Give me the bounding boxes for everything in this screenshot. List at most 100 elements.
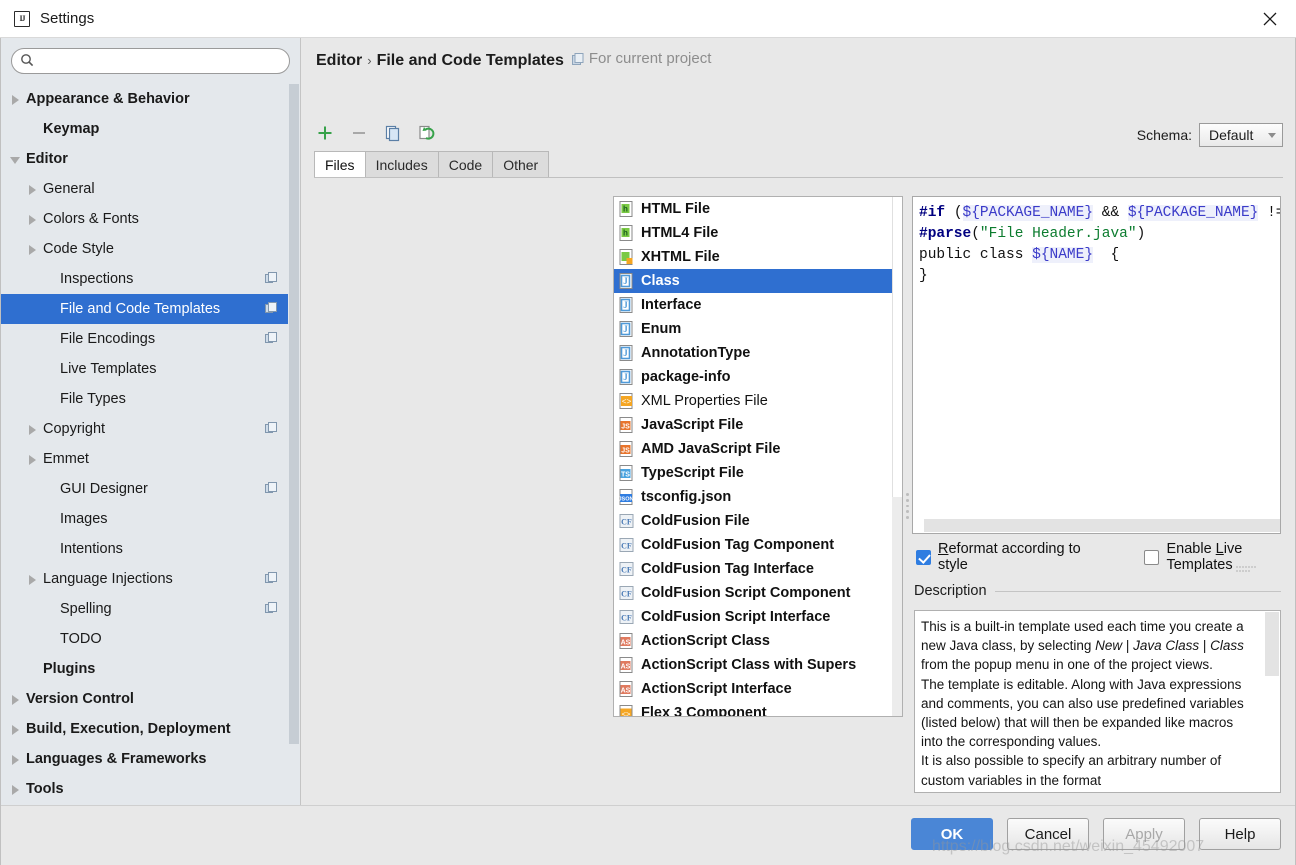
template-editor[interactable]: #if (${PACKAGE_NAME} && ${PACKAGE_NAME} … bbox=[912, 196, 1281, 534]
checkbox-box bbox=[916, 549, 931, 565]
list-item[interactable]: J AnnotationType bbox=[614, 341, 892, 365]
list-item[interactable]: AS ActionScript Class bbox=[614, 629, 892, 653]
intellij-idea-icon: IJ bbox=[14, 10, 30, 27]
sidebar-item-emmet[interactable]: Emmet bbox=[1, 444, 288, 474]
list-item[interactable]: CF ColdFusion File bbox=[614, 509, 892, 533]
schema-select[interactable]: Default bbox=[1199, 123, 1283, 147]
template-list-scrollbar-thumb[interactable] bbox=[892, 197, 902, 497]
list-item[interactable]: h HTML File bbox=[614, 197, 892, 221]
list-item[interactable]: J Enum bbox=[614, 317, 892, 341]
sidebar-item-file-encodings[interactable]: File Encodings bbox=[1, 324, 288, 354]
sidebar-item-intentions[interactable]: Intentions bbox=[1, 534, 288, 564]
list-item[interactable]: CF ColdFusion Script Interface bbox=[614, 605, 892, 629]
sidebar-item-todo[interactable]: TODO bbox=[1, 624, 288, 654]
sidebar-scrollbar[interactable] bbox=[288, 84, 300, 805]
chevron-right-icon[interactable] bbox=[26, 183, 39, 196]
svg-text:h: h bbox=[623, 204, 628, 213]
apply-button[interactable]: Apply bbox=[1103, 818, 1185, 850]
template-code[interactable]: #if (${PACKAGE_NAME} && ${PACKAGE_NAME} … bbox=[919, 203, 1280, 287]
sidebar-item-languages-frameworks[interactable]: Languages & Frameworks bbox=[1, 744, 288, 774]
list-item[interactable]: <> Flex 3 Component bbox=[614, 701, 892, 716]
list-item[interactable]: CF ColdFusion Tag Interface bbox=[614, 557, 892, 581]
search-input[interactable] bbox=[38, 50, 281, 72]
editor-horizontal-scrollbar-thumb[interactable] bbox=[924, 519, 1280, 532]
tab-code[interactable]: Code bbox=[437, 151, 494, 178]
template-list-scrollbar[interactable] bbox=[892, 197, 902, 716]
chevron-right-icon[interactable] bbox=[9, 753, 22, 766]
description-scrollbar-thumb[interactable] bbox=[1265, 612, 1279, 676]
list-item[interactable]: AS ActionScript Interface bbox=[614, 677, 892, 701]
tab-includes[interactable]: Includes bbox=[364, 151, 439, 178]
code-token: "File Header.java" bbox=[979, 226, 1137, 242]
sidebar-item-file-types[interactable]: File Types bbox=[1, 384, 288, 414]
tab-other[interactable]: Other bbox=[492, 151, 550, 178]
reset-to-default-icon[interactable] bbox=[416, 122, 438, 144]
breadcrumb-item-editor[interactable]: Editor bbox=[316, 52, 362, 70]
cancel-button[interactable]: Cancel bbox=[1007, 818, 1089, 850]
chevron-right-icon[interactable] bbox=[9, 693, 22, 706]
list-item[interactable]: h HTML4 File bbox=[614, 221, 892, 245]
sidebar-item-appearance-behavior[interactable]: Appearance & Behavior bbox=[1, 84, 288, 114]
list-item[interactable]: JS JavaScript File bbox=[614, 413, 892, 437]
list-item[interactable]: JS AMD JavaScript File bbox=[614, 437, 892, 461]
chevron-right-icon[interactable] bbox=[9, 723, 22, 736]
live-templates-checkbox[interactable]: Enable Live Templates bbox=[1144, 541, 1295, 573]
schema-row: Schema: Default bbox=[1137, 123, 1283, 147]
chevron-right-icon[interactable] bbox=[26, 243, 39, 256]
reformat-checkbox[interactable]: Reformat according to style bbox=[916, 541, 1094, 573]
sidebar-item-plugins[interactable]: Plugins bbox=[1, 654, 288, 684]
description-scrollbar[interactable] bbox=[1265, 612, 1279, 791]
sidebar-item-editor[interactable]: Editor bbox=[1, 144, 288, 174]
help-button[interactable]: Help bbox=[1199, 818, 1281, 850]
sidebar-item-code-style[interactable]: Code Style bbox=[1, 234, 288, 264]
sidebar-item-colors-fonts[interactable]: Colors & Fonts bbox=[1, 204, 288, 234]
list-item[interactable]: CF ColdFusion Tag Component bbox=[614, 533, 892, 557]
list-item-label: XML Properties File bbox=[641, 393, 768, 409]
chevron-right-icon[interactable] bbox=[26, 573, 39, 586]
sidebar-item-file-and-code-templates[interactable]: File and Code Templates bbox=[1, 294, 288, 324]
search-box[interactable] bbox=[11, 48, 290, 74]
chevron-down-icon[interactable] bbox=[9, 153, 22, 166]
add-icon[interactable] bbox=[314, 122, 336, 144]
sidebar-item-keymap[interactable]: Keymap bbox=[1, 114, 288, 144]
sidebar-item-copyright[interactable]: Copyright bbox=[1, 414, 288, 444]
sidebar-item-language-injections[interactable]: Language Injections bbox=[1, 564, 288, 594]
sidebar-item-label: File Types bbox=[60, 391, 126, 407]
sidebar-item-inspections[interactable]: Inspections bbox=[1, 264, 288, 294]
close-icon[interactable] bbox=[1244, 0, 1296, 37]
chevron-right-icon[interactable] bbox=[9, 783, 22, 796]
sidebar-item-build-execution-deployment[interactable]: Build, Execution, Deployment bbox=[1, 714, 288, 744]
list-item[interactable]: Jpackage-info bbox=[614, 365, 892, 389]
list-item[interactable]: JSON tsconfig.json bbox=[614, 485, 892, 509]
list-item[interactable]: <> XML Properties File bbox=[614, 389, 892, 413]
list-item-label: JavaScript File bbox=[641, 417, 744, 433]
panel-splitter[interactable] bbox=[903, 493, 911, 519]
list-item[interactable]: AS ActionScript Class with Supers bbox=[614, 653, 892, 677]
copy-template-icon[interactable] bbox=[382, 122, 404, 144]
chevron-right-icon[interactable] bbox=[26, 423, 39, 436]
json-file-icon: JSON bbox=[618, 488, 635, 506]
remove-icon[interactable] bbox=[348, 122, 370, 144]
list-item[interactable]: CF ColdFusion Script Component bbox=[614, 581, 892, 605]
resize-grip-icon[interactable] bbox=[1236, 566, 1258, 573]
chevron-right-icon[interactable] bbox=[9, 93, 22, 106]
list-item[interactable]: J Class bbox=[614, 269, 892, 293]
chevron-right-icon[interactable] bbox=[26, 213, 39, 226]
sidebar-item-images[interactable]: Images bbox=[1, 504, 288, 534]
sidebar-item-general[interactable]: General bbox=[1, 174, 288, 204]
sidebar-item-label: Tools bbox=[26, 781, 64, 797]
editor-horizontal-scrollbar[interactable] bbox=[914, 519, 1280, 532]
sidebar-item-gui-designer[interactable]: GUI Designer bbox=[1, 474, 288, 504]
sidebar-item-tools[interactable]: Tools bbox=[1, 774, 288, 804]
tab-files[interactable]: Files bbox=[314, 151, 366, 178]
sidebar-item-spelling[interactable]: Spelling bbox=[1, 594, 288, 624]
list-item[interactable]: J Interface bbox=[614, 293, 892, 317]
chevron-right-icon[interactable] bbox=[26, 453, 39, 466]
list-item[interactable]: XHTML File bbox=[614, 245, 892, 269]
ok-button[interactable]: OK bbox=[911, 818, 993, 850]
sidebar-item-live-templates[interactable]: Live Templates bbox=[1, 354, 288, 384]
sidebar-scrollbar-thumb[interactable] bbox=[289, 84, 299, 744]
sidebar-item-version-control[interactable]: Version Control bbox=[1, 684, 288, 714]
list-item[interactable]: TS TypeScript File bbox=[614, 461, 892, 485]
